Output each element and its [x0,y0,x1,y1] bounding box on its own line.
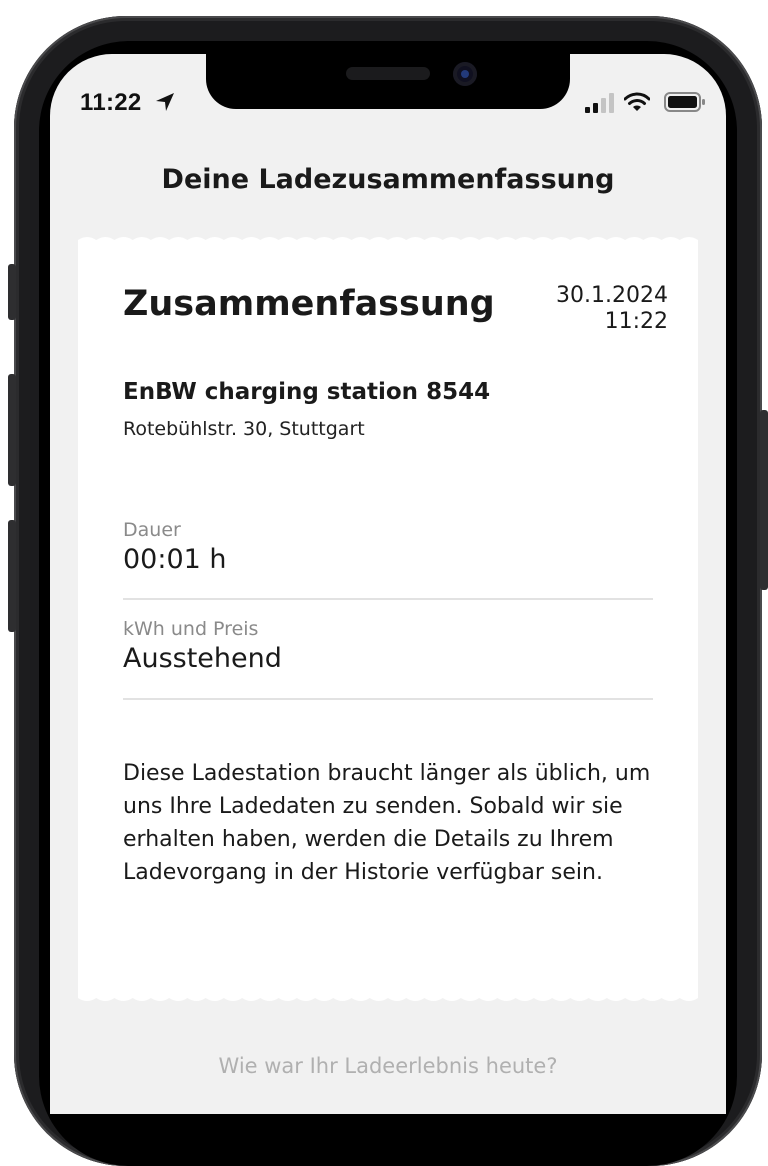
summary-date: 30.1.2024 [556,283,668,308]
summary-title: Zusammenfassung [123,284,495,324]
duration-value: 00:01 h [123,544,227,575]
summary-datetime: 30.1.2024 11:22 [556,283,668,335]
cellular-signal-icon [585,93,614,113]
app-screen: 11:22 Deine Ladezusammenfassung Zusammen… [50,54,726,1114]
station-name: EnBW charging station 8544 [123,379,491,405]
status-time: 11:22 [80,89,142,116]
duration-label: Dauer [123,519,181,541]
divider [123,598,653,600]
delay-notice: Diese Ladestation braucht länger als übl… [123,761,651,885]
summary-time: 11:22 [604,309,668,334]
summary-card: Zusammenfassung 30.1.2024 11:22 EnBW cha… [78,234,698,1004]
mute-switch [8,264,16,320]
notch [206,54,570,109]
volume-down-button [8,520,16,632]
divider [123,698,653,700]
earpiece-speaker [346,67,430,80]
battery-icon [664,92,705,112]
power-button [760,410,768,590]
wifi-icon [624,92,650,111]
station-address: Rotebühlstr. 30, Stuttgart [123,418,365,440]
front-camera [453,62,477,86]
energy-value: Ausstehend [123,643,282,674]
page-title: Deine Ladezusammenfassung [161,164,615,195]
energy-label: kWh und Preis [123,618,259,640]
location-arrow-icon [156,93,174,111]
volume-up-button [8,374,16,486]
feedback-question[interactable]: Wie war Ihr Ladeerlebnis heute? [50,1054,726,1078]
